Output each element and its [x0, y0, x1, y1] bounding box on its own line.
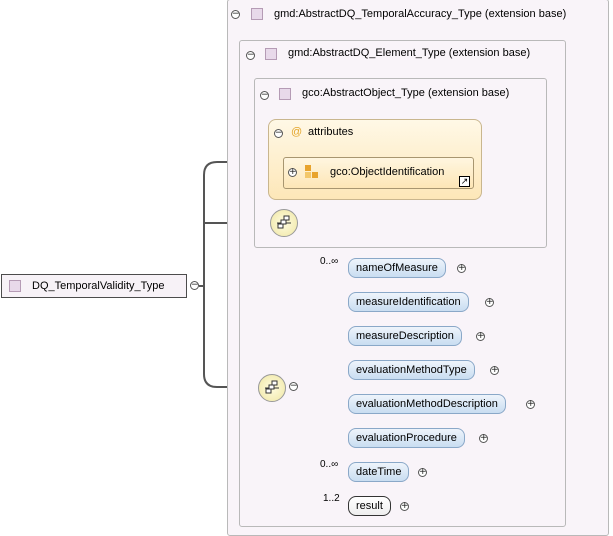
element-date-time[interactable]: dateTime [348, 462, 410, 482]
collapse-icon[interactable]: − [231, 10, 240, 19]
collapse-icon[interactable]: − [246, 51, 255, 60]
collapse-icon[interactable]: − [260, 91, 269, 100]
sequence-compositor-icon [258, 374, 286, 402]
attribute-group-label: gco:ObjectIdentification [330, 166, 445, 178]
complex-type-icon [265, 48, 277, 60]
extension-label-abstract-object: gco:AbstractObject_Type (extension base) [302, 87, 510, 99]
complex-type-icon [251, 8, 263, 20]
element-measure-description[interactable]: measureDescription [348, 326, 462, 346]
attribute-icon: @ [291, 126, 303, 138]
extension-label-element: gmd:AbstractDQ_Element_Type (extension b… [288, 47, 531, 59]
expand-icon[interactable]: + [490, 366, 499, 375]
root-type-label: DQ_TemporalValidity_Type [32, 280, 165, 292]
occurrence-label: 0..∞ [320, 459, 339, 470]
attributes-label: attributes [308, 126, 354, 138]
element-measure-identification[interactable]: measureIdentification [348, 292, 469, 312]
occurrence-label: 0..∞ [320, 256, 339, 267]
element-evaluation-method-type[interactable]: evaluationMethodType [348, 360, 475, 380]
reference-link-icon[interactable]: ↗ [459, 176, 470, 187]
expand-icon[interactable]: + [485, 298, 494, 307]
element-result[interactable]: result [348, 496, 391, 516]
element-evaluation-procedure[interactable]: evaluationProcedure [348, 428, 465, 448]
expand-icon[interactable]: + [476, 332, 485, 341]
element-name-of-measure[interactable]: nameOfMeasure [348, 258, 446, 278]
expand-icon[interactable]: + [526, 400, 535, 409]
expand-icon[interactable]: + [400, 502, 409, 511]
collapse-icon[interactable]: − [289, 382, 298, 391]
element-evaluation-method-description[interactable]: evaluationMethodDescription [348, 394, 506, 414]
expand-icon[interactable]: + [479, 434, 488, 443]
expand-icon[interactable]: + [288, 168, 297, 177]
collapse-icon[interactable]: − [274, 129, 283, 138]
attribute-group-icon [305, 165, 321, 179]
expand-icon[interactable]: + [418, 468, 427, 477]
expand-icon[interactable]: + [457, 264, 466, 273]
occurrence-label: 1..2 [323, 493, 340, 504]
complex-type-icon [9, 280, 21, 292]
sequence-compositor-icon [270, 209, 298, 237]
extension-label-temporal-accuracy: gmd:AbstractDQ_TemporalAccuracy_Type (ex… [274, 8, 567, 20]
complex-type-icon [279, 88, 291, 100]
collapse-icon[interactable]: − [190, 281, 199, 290]
